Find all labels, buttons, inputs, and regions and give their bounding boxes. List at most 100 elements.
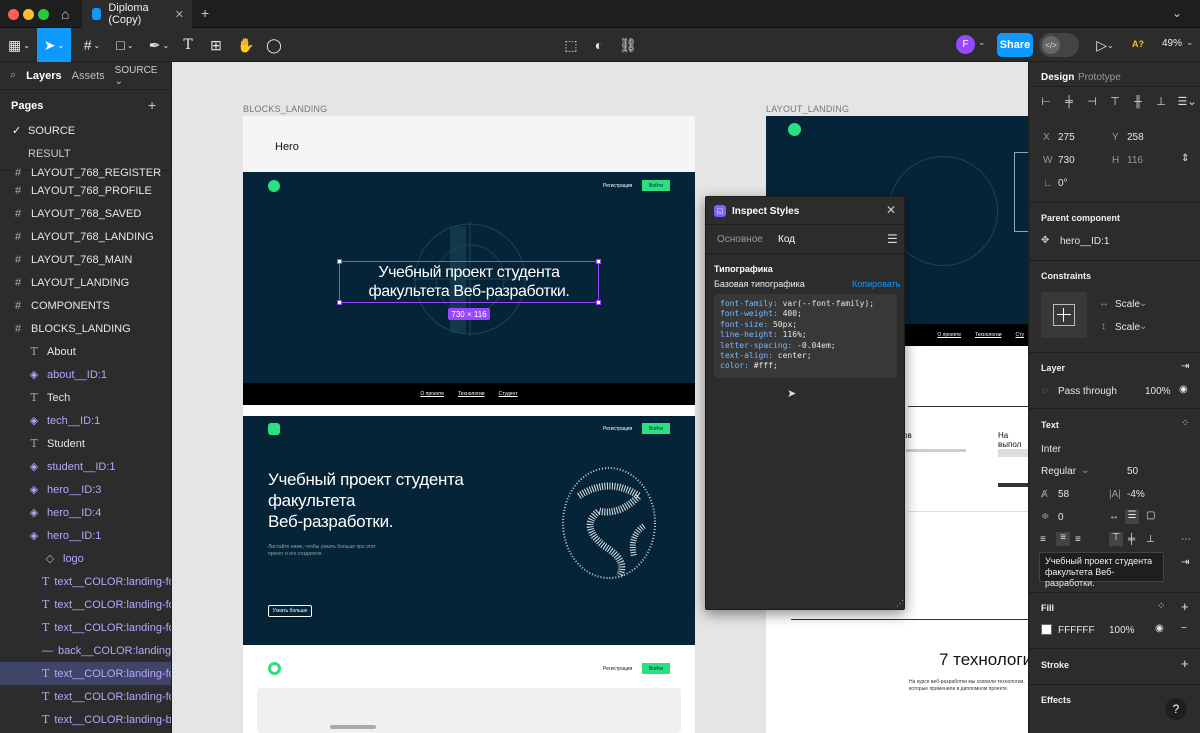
fill-hex-input[interactable]: FFFFFF [1058, 625, 1095, 636]
file-tab[interactable]: Diploma (Copy) ✕ [82, 0, 192, 28]
constrain-proportions-icon[interactable]: ⇕ [1181, 153, 1189, 164]
auto-height-icon[interactable]: ☰ [1125, 510, 1139, 524]
add-fill-icon[interactable]: + [1181, 599, 1189, 614]
play-icon[interactable]: ▷ ⌄ [1094, 28, 1116, 62]
tab-assets[interactable]: Assets [72, 70, 105, 82]
tab-basic[interactable]: Основное [717, 234, 763, 245]
align-vcenter-icon[interactable]: ╫ [1132, 96, 1144, 108]
layer-item[interactable]: Ttext__COLOR:landing-but... [0, 708, 171, 731]
frame-label-blocks[interactable]: BLOCKS_LANDING [243, 104, 327, 114]
hero-title[interactable]: Учебный проект студента факультета Веб-р… [339, 263, 599, 301]
avatar[interactable]: F [956, 35, 975, 54]
layer-item[interactable]: ◈ student__ID:1 [0, 455, 171, 478]
layer-item[interactable]: # LAYOUT_768_PROFILE [0, 179, 171, 202]
font-size-input[interactable]: 50 [1127, 466, 1138, 477]
learn-more-button[interactable]: Узнать больше [268, 605, 312, 617]
layer-item[interactable]: # LAYOUT_768_MAIN [0, 248, 171, 271]
layer-item[interactable]: — back__COLOR:landing-1 [0, 639, 171, 662]
layer-item[interactable]: # LAYOUT_768_REGISTER [0, 167, 171, 179]
text-align-bottom-icon[interactable]: ⊥ [1146, 534, 1155, 545]
register-link[interactable]: Регистрация [603, 183, 632, 189]
layer-item[interactable]: Ttext__COLOR:landing-fon... [0, 570, 171, 593]
hero-block-1[interactable]: Регистрация Войти Учебный проект студент… [243, 172, 695, 405]
vertical-constraint-select[interactable]: Scale [1115, 322, 1140, 333]
move-tool-icon[interactable]: ➤ ⌄ [37, 28, 71, 62]
share-button[interactable]: Share [997, 33, 1033, 57]
horizontal-constraint-select[interactable]: Scale [1115, 299, 1140, 310]
layer-item[interactable]: T Tech [0, 386, 171, 409]
eye-icon[interactable]: ◉ [1155, 623, 1164, 634]
minimize-window-button[interactable] [23, 9, 34, 20]
layer-item[interactable]: Ttext__COLOR:landing-fon... [0, 685, 171, 708]
layer-opacity-input[interactable]: 100% [1145, 386, 1171, 397]
tab-code[interactable]: Код [778, 234, 795, 245]
add-stroke-icon[interactable]: + [1181, 656, 1189, 671]
zoom-level[interactable]: 49% [1162, 38, 1182, 49]
hero-block-2[interactable]: Регистрация Войти Учебный проект студент… [243, 416, 695, 645]
layer-item[interactable]: ◈ hero__ID:4 [0, 501, 171, 524]
eye-icon[interactable]: ◉ [1179, 384, 1188, 395]
copy-link[interactable]: Копировать [852, 279, 900, 289]
blend-mode-select[interactable]: Pass through [1058, 386, 1117, 397]
layer-item[interactable]: # LAYOUT_768_SAVED [0, 202, 171, 225]
zoom-chevron-icon[interactable]: ⌄ [1186, 37, 1194, 48]
close-tab-icon[interactable]: ✕ [175, 8, 184, 21]
layer-item-selected[interactable]: Ttext__COLOR:landing-fon... [0, 662, 171, 685]
tab-layers[interactable]: Layers [26, 70, 61, 82]
link-icon[interactable]: ⛓ [619, 28, 637, 62]
home-icon[interactable]: ⌂ [61, 6, 69, 22]
text-tool-icon[interactable]: T [178, 28, 198, 62]
page-item-source[interactable]: ✓ SOURCE [0, 119, 171, 142]
chevron-down-icon[interactable]: ⌄ [978, 37, 986, 48]
rotation-input[interactable]: 0° [1058, 178, 1068, 189]
page-item-result[interactable]: RESULT [0, 142, 171, 165]
menu-icon[interactable]: ☰ [887, 232, 898, 246]
resources-icon[interactable]: ⊞ [206, 28, 226, 62]
text-align-left-icon[interactable]: ≡ [1040, 534, 1046, 545]
line-height-input[interactable]: 58 [1058, 489, 1069, 500]
layer-item[interactable]: ◈ hero__ID:1 [0, 524, 171, 547]
w-input[interactable]: 730 [1058, 155, 1075, 166]
nav-link-tech[interactable]: Технологии [458, 391, 485, 397]
h-input[interactable]: 116 [1127, 155, 1143, 166]
search-icon[interactable]: ⌕ [10, 69, 16, 82]
layer-item[interactable]: Ttext__COLOR:landing-fon... [0, 593, 171, 616]
font-weight-select[interactable]: Regular [1041, 466, 1076, 477]
close-icon[interactable]: ✕ [886, 203, 896, 217]
crop-icon[interactable]: ⬚ [562, 28, 580, 62]
blocks-landing-frame[interactable]: Hero Регистрация Войти Учебный проект ст… [243, 116, 695, 733]
help-button[interactable]: ? [1165, 698, 1187, 720]
auto-width-icon[interactable]: ↔ [1109, 511, 1119, 522]
align-hcenter-icon[interactable]: ╪ [1063, 96, 1075, 108]
nav-link-about[interactable]: О проекте [937, 332, 961, 338]
fill-swatch[interactable] [1041, 624, 1052, 635]
frame-label-layout[interactable]: LAYOUT_LANDING [766, 104, 849, 114]
pen-tool-icon[interactable]: ✒ ⌄ [145, 28, 173, 62]
layer-item[interactable]: Ttext__COLOR:landing-fon... [0, 616, 171, 639]
main-menu-icon[interactable]: ▦ ⌄ [4, 28, 34, 62]
layer-item[interactable]: # LAYOUT_LANDING [0, 271, 171, 294]
layer-action-icon[interactable]: ⇥ [1181, 361, 1189, 372]
paragraph-spacing-input[interactable]: 0 [1058, 512, 1064, 523]
nav-link-student[interactable]: Студент [499, 391, 518, 397]
shape-tool-icon[interactable]: □ ⌄ [111, 28, 139, 62]
font-family-select[interactable]: Inter [1041, 444, 1061, 455]
register-link[interactable]: Регистрация [603, 666, 632, 672]
text-styles-icon[interactable]: ⁘ [1181, 418, 1189, 429]
css-code-block[interactable]: font-family: var(--font-family); font-we… [714, 294, 897, 378]
layer-item[interactable]: ◈ tech__ID:1 [0, 409, 171, 432]
font-warning[interactable]: A? [1132, 39, 1144, 49]
tab-design[interactable]: Design [1041, 72, 1074, 83]
inspect-styles-panel[interactable]: ◱ Inspect Styles ✕ Основное Код ☰ Типогр… [705, 196, 905, 610]
maximize-window-button[interactable] [38, 9, 49, 20]
y-input[interactable]: 258 [1127, 132, 1144, 143]
comment-tool-icon[interactable]: ◯ [264, 28, 284, 62]
letter-spacing-input[interactable]: -4% [1127, 489, 1145, 500]
contrast-icon[interactable]: ◐ [590, 28, 608, 62]
nav-link-about[interactable]: О проекте [420, 391, 444, 397]
fixed-size-icon[interactable]: ▢ [1146, 510, 1155, 521]
text-align-center-icon[interactable]: ≡ [1056, 532, 1070, 546]
layer-item[interactable]: ◈ hero__ID:3 [0, 478, 171, 501]
tab-prototype[interactable]: Prototype [1078, 72, 1121, 83]
text-align-top-icon[interactable]: ⊤ [1109, 532, 1123, 546]
